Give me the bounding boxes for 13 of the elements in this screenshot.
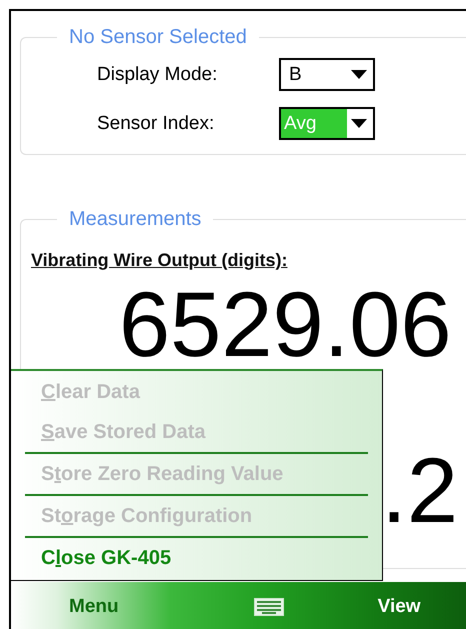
keyboard-icon[interactable] bbox=[254, 598, 284, 616]
caret-icon bbox=[351, 70, 367, 79]
field-label: Sensor Index: bbox=[97, 112, 216, 134]
reading-value: 6529.06 bbox=[119, 275, 452, 375]
field-label: Display Mode: bbox=[97, 64, 218, 86]
menu-softkey[interactable]: Menu bbox=[69, 596, 119, 618]
reading-value: .2 bbox=[381, 441, 458, 541]
menu-item[interactable]: Close GK-405 bbox=[11, 538, 382, 578]
caret-icon bbox=[351, 119, 367, 128]
view-softkey[interactable]: View bbox=[378, 596, 421, 618]
measurement-heading: Vibrating Wire Output (digits): bbox=[31, 250, 288, 271]
dropdown[interactable]: Avg bbox=[279, 107, 375, 140]
dropdown[interactable]: B bbox=[279, 58, 375, 91]
